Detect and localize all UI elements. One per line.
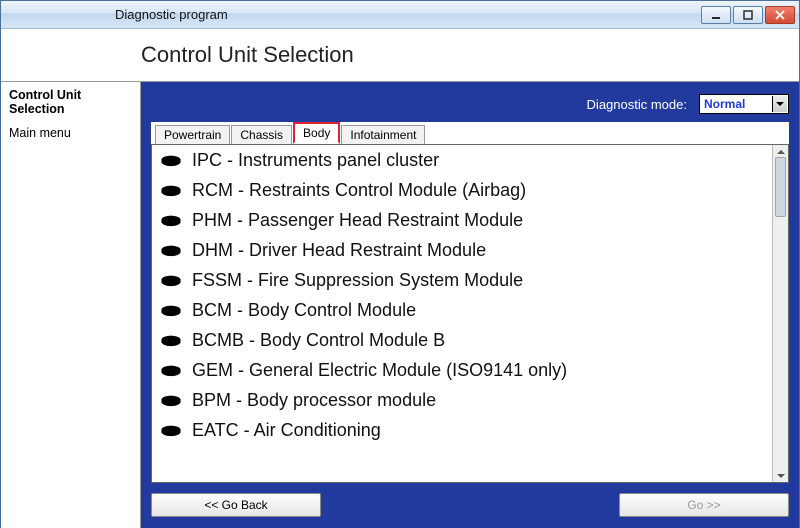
chip-icon	[160, 273, 182, 287]
chip-icon	[160, 333, 182, 347]
vertical-scrollbar[interactable]	[772, 145, 788, 482]
chip-icon	[160, 183, 182, 197]
chip-icon	[160, 423, 182, 437]
list-item-label: PHM - Passenger Head Restraint Module	[192, 210, 523, 231]
chip-icon	[160, 153, 182, 167]
chip-icon	[160, 213, 182, 227]
list-item[interactable]: DHM - Driver Head Restraint Module	[152, 235, 772, 265]
maximize-icon	[743, 10, 753, 20]
list-item-label: GEM - General Electric Module (ISO9141 o…	[192, 360, 567, 381]
scroll-thumb[interactable]	[775, 157, 786, 217]
diagnostic-mode-select[interactable]: Normal	[699, 94, 789, 114]
list-item-label: IPC - Instruments panel cluster	[192, 150, 439, 171]
diagnostic-mode-label: Diagnostic mode:	[587, 97, 687, 112]
list-item-label: RCM - Restraints Control Module (Airbag)	[192, 180, 526, 201]
chip-icon	[160, 393, 182, 407]
tab-infotainment[interactable]: Infotainment	[341, 125, 425, 144]
maximize-button[interactable]	[733, 6, 763, 24]
list-item[interactable]: BCMB - Body Control Module B	[152, 325, 772, 355]
sidebar-item-0[interactable]: Control Unit Selection	[9, 88, 132, 116]
list-item[interactable]: BCM - Body Control Module	[152, 295, 772, 325]
list-item-label: BCM - Body Control Module	[192, 300, 416, 321]
app-icon	[9, 7, 25, 23]
scroll-up-icon[interactable]	[773, 145, 788, 157]
list-item-label: EATC - Air Conditioning	[192, 420, 381, 441]
chevron-down-icon	[772, 96, 787, 112]
list-item[interactable]: RCM - Restraints Control Module (Airbag)	[152, 175, 772, 205]
module-list-panel: IPC - Instruments panel cluster RCM - Res…	[151, 144, 789, 483]
main-area: Control Unit Selection Main menu Diagnost…	[1, 81, 799, 528]
page-header: Control Unit Selection	[1, 29, 799, 81]
sidebar: Control Unit Selection Main menu	[1, 82, 141, 528]
chip-icon	[160, 243, 182, 257]
list-item-label: FSSM - Fire Suppression System Module	[192, 270, 523, 291]
diagnostic-mode-row: Diagnostic mode: Normal	[151, 90, 789, 118]
window-controls	[701, 6, 799, 24]
window-title: Diagnostic program	[115, 7, 228, 22]
content-panel: Diagnostic mode: Normal PowertrainChassi…	[141, 82, 799, 528]
list-item-label: DHM - Driver Head Restraint Module	[192, 240, 486, 261]
list-item-label: BCMB - Body Control Module B	[192, 330, 445, 351]
titlebar[interactable]: Diagnostic program	[1, 1, 799, 29]
go-forward-button[interactable]: Go >>	[619, 493, 789, 517]
minimize-icon	[711, 10, 721, 20]
tabstrip: PowertrainChassisBodyInfotainment	[151, 122, 789, 144]
scroll-down-icon[interactable]	[773, 470, 788, 482]
list-item[interactable]: FSSM - Fire Suppression System Module	[152, 265, 772, 295]
close-icon	[775, 10, 785, 20]
list-item[interactable]: GEM - General Electric Module (ISO9141 o…	[152, 355, 772, 385]
chip-icon	[160, 303, 182, 317]
minimize-button[interactable]	[701, 6, 731, 24]
tab-powertrain[interactable]: Powertrain	[155, 125, 230, 144]
app-window: Diagnostic program Control Unit Selectio…	[0, 0, 800, 528]
chip-icon	[160, 363, 182, 377]
footer: << Go Back Go >>	[151, 483, 789, 519]
sidebar-item-1[interactable]: Main menu	[9, 126, 132, 140]
list-item-label: BPM - Body processor module	[192, 390, 436, 411]
go-back-button[interactable]: << Go Back	[151, 493, 321, 517]
module-list[interactable]: IPC - Instruments panel cluster RCM - Res…	[152, 145, 772, 482]
tab-body[interactable]: Body	[293, 122, 340, 144]
list-item[interactable]: BPM - Body processor module	[152, 385, 772, 415]
list-item[interactable]: IPC - Instruments panel cluster	[152, 145, 772, 175]
list-item[interactable]: EATC - Air Conditioning	[152, 415, 772, 445]
diagnostic-mode-value: Normal	[704, 97, 745, 111]
close-button[interactable]	[765, 6, 795, 24]
tab-chassis[interactable]: Chassis	[231, 125, 292, 144]
list-item[interactable]: PHM - Passenger Head Restraint Module	[152, 205, 772, 235]
page-title: Control Unit Selection	[141, 42, 354, 68]
